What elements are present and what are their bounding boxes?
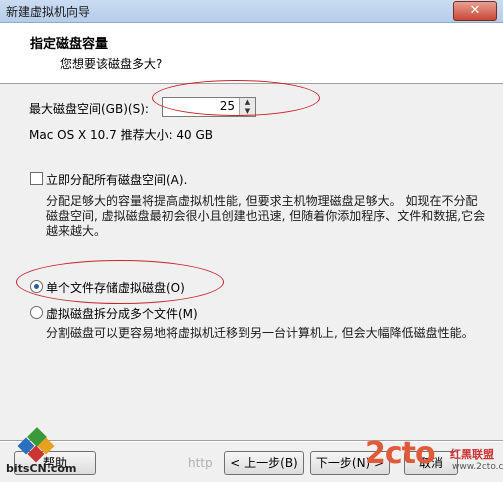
bitscn-logo-text: bitsCN.com [6,462,77,475]
title-bar: 新建虚拟机向导 ✕ [0,0,503,23]
page-title: 指定磁盘容量 [30,37,109,52]
multi-file-label[interactable]: 虚拟磁盘拆分成多个文件(M) [46,305,198,322]
brand-cn-watermark: 红黑联盟 [450,448,494,461]
watermark-url: http [188,456,213,470]
page-subtitle: 您想要该磁盘多大? [60,57,163,71]
window-title: 新建虚拟机向导 [6,5,91,19]
allocate-description: 分配足够大的容量将提高虚拟机性能, 但要求主机物理磁盘足够大。 如现在不分配 磁… [46,194,485,239]
highlight-ellipse-single [16,260,224,304]
multi-file-radio[interactable] [30,306,43,319]
allocate-label[interactable]: 立即分配所有磁盘空间(A). [46,171,187,188]
back-button[interactable]: < 上一步(B) [224,451,304,475]
desc-line: 越来越大。 [46,224,107,238]
brand-url-watermark: www.2cto.com [452,462,503,472]
multi-file-description: 分割磁盘可以更容易地将虚拟机迁移到另一台计算机上, 但会大幅降低磁盘性能。 [46,326,474,340]
allocate-checkbox[interactable] [30,172,43,185]
wizard-header: 指定磁盘容量 您想要该磁盘多大? [0,23,503,84]
highlight-ellipse-size [152,80,320,116]
brand-watermark: 2cto [365,436,436,471]
desc-line: 分配足够大的容量将提高虚拟机性能, 但要求主机物理磁盘足够大。 如现在不分配 [46,194,478,208]
max-size-label: 最大磁盘空间(GB)(S): [29,102,149,116]
close-button[interactable]: ✕ [453,1,497,21]
desc-line: 磁盘空间, 虚拟磁盘最初会很小且创建也迅速, 但随着你添加程序、文件和数据,它会 [46,209,486,223]
recommended-size: Mac OS X 10.7 推荐大小: 40 GB [29,128,214,142]
